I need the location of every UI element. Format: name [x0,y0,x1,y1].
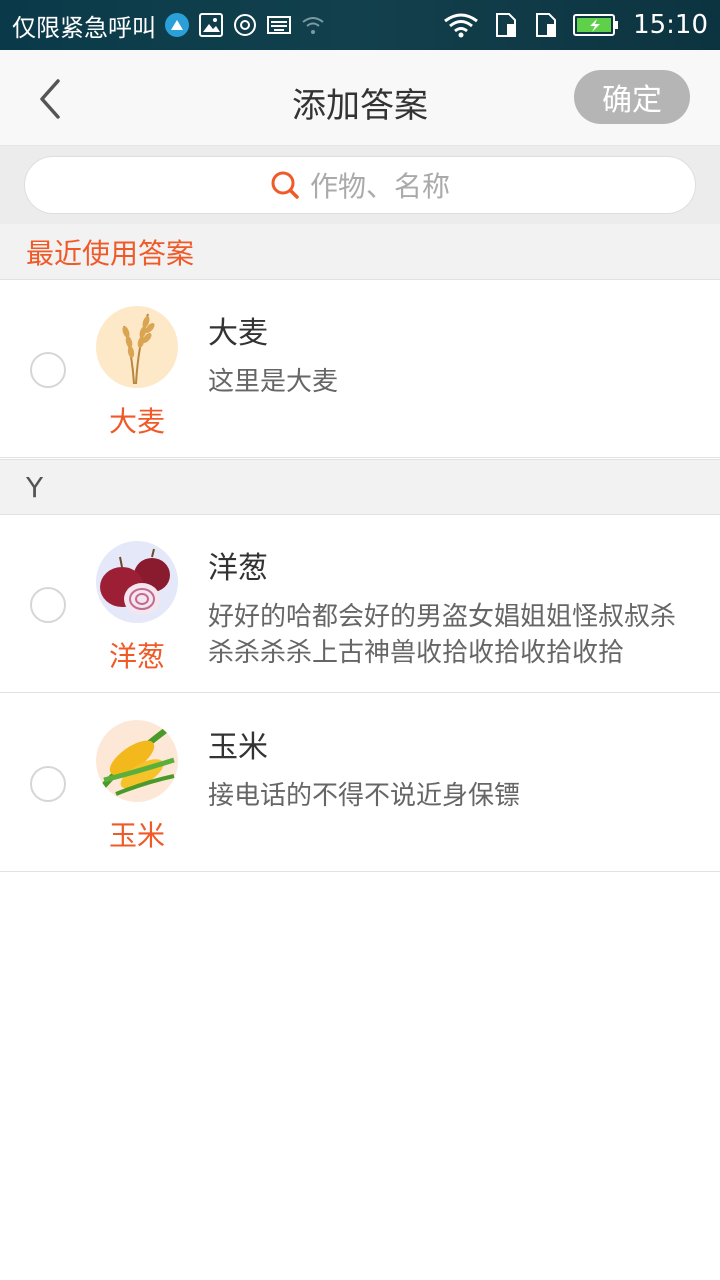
radio-button[interactable] [30,352,66,388]
thumb-label: 玉米 [108,819,165,852]
search-placeholder: 作物、名称 [309,170,450,203]
search-area: 作物、名称 [0,146,720,224]
corn-icon [96,720,178,802]
list-item[interactable]: 洋葱 洋葱 好好的哈都会好的男盗女娼姐姐怪叔叔杀杀杀杀杀上古神兽收拾收拾收拾收拾 [0,515,720,693]
onion-icon [96,541,178,623]
search-icon [271,171,299,199]
search-input[interactable]: 作物、名称 [24,156,696,214]
thumb-label: 大麦 [108,405,165,438]
clock: 15:10 [633,10,708,40]
sim2-icon [533,12,559,38]
keyboard-icon [266,12,292,38]
security-icon [232,12,258,38]
item-desc: 这里是大麦 [208,367,339,397]
status-bar: 仅限紧急呼叫 15:10 [0,0,720,50]
item-name: 大麦 [208,316,268,351]
thumb-label: 洋葱 [108,640,165,673]
item-name: 洋葱 [208,551,268,586]
sim1-icon [493,12,519,38]
battery-icon [573,12,619,38]
item-desc: 好好的哈都会好的男盗女娼姐姐怪叔叔杀杀杀杀杀上古神兽收拾收拾收拾收拾 [208,602,677,668]
cleaner-icon [164,12,190,38]
wifi-icon [443,12,479,38]
carrier-text: 仅限紧急呼叫 [12,13,156,42]
image-icon [198,12,224,38]
item-desc: 接电话的不得不说近身保镖 [208,781,521,811]
barley-icon [96,306,178,388]
nav-bar: 添加答案 确定 [0,50,720,146]
list-item[interactable]: 玉米 玉米 接电话的不得不说近身保镖 [0,694,720,872]
section-header-recent: 最近使用答案 [0,224,720,280]
item-name: 玉米 [208,730,268,765]
list-item[interactable]: 大麦 大麦 这里是大麦 [0,280,720,458]
radio-button[interactable] [30,766,66,802]
section-header-y: Y [0,459,720,515]
radio-button[interactable] [30,587,66,623]
confirm-button[interactable]: 确定 [574,70,690,124]
wifi-question-icon [300,12,326,38]
